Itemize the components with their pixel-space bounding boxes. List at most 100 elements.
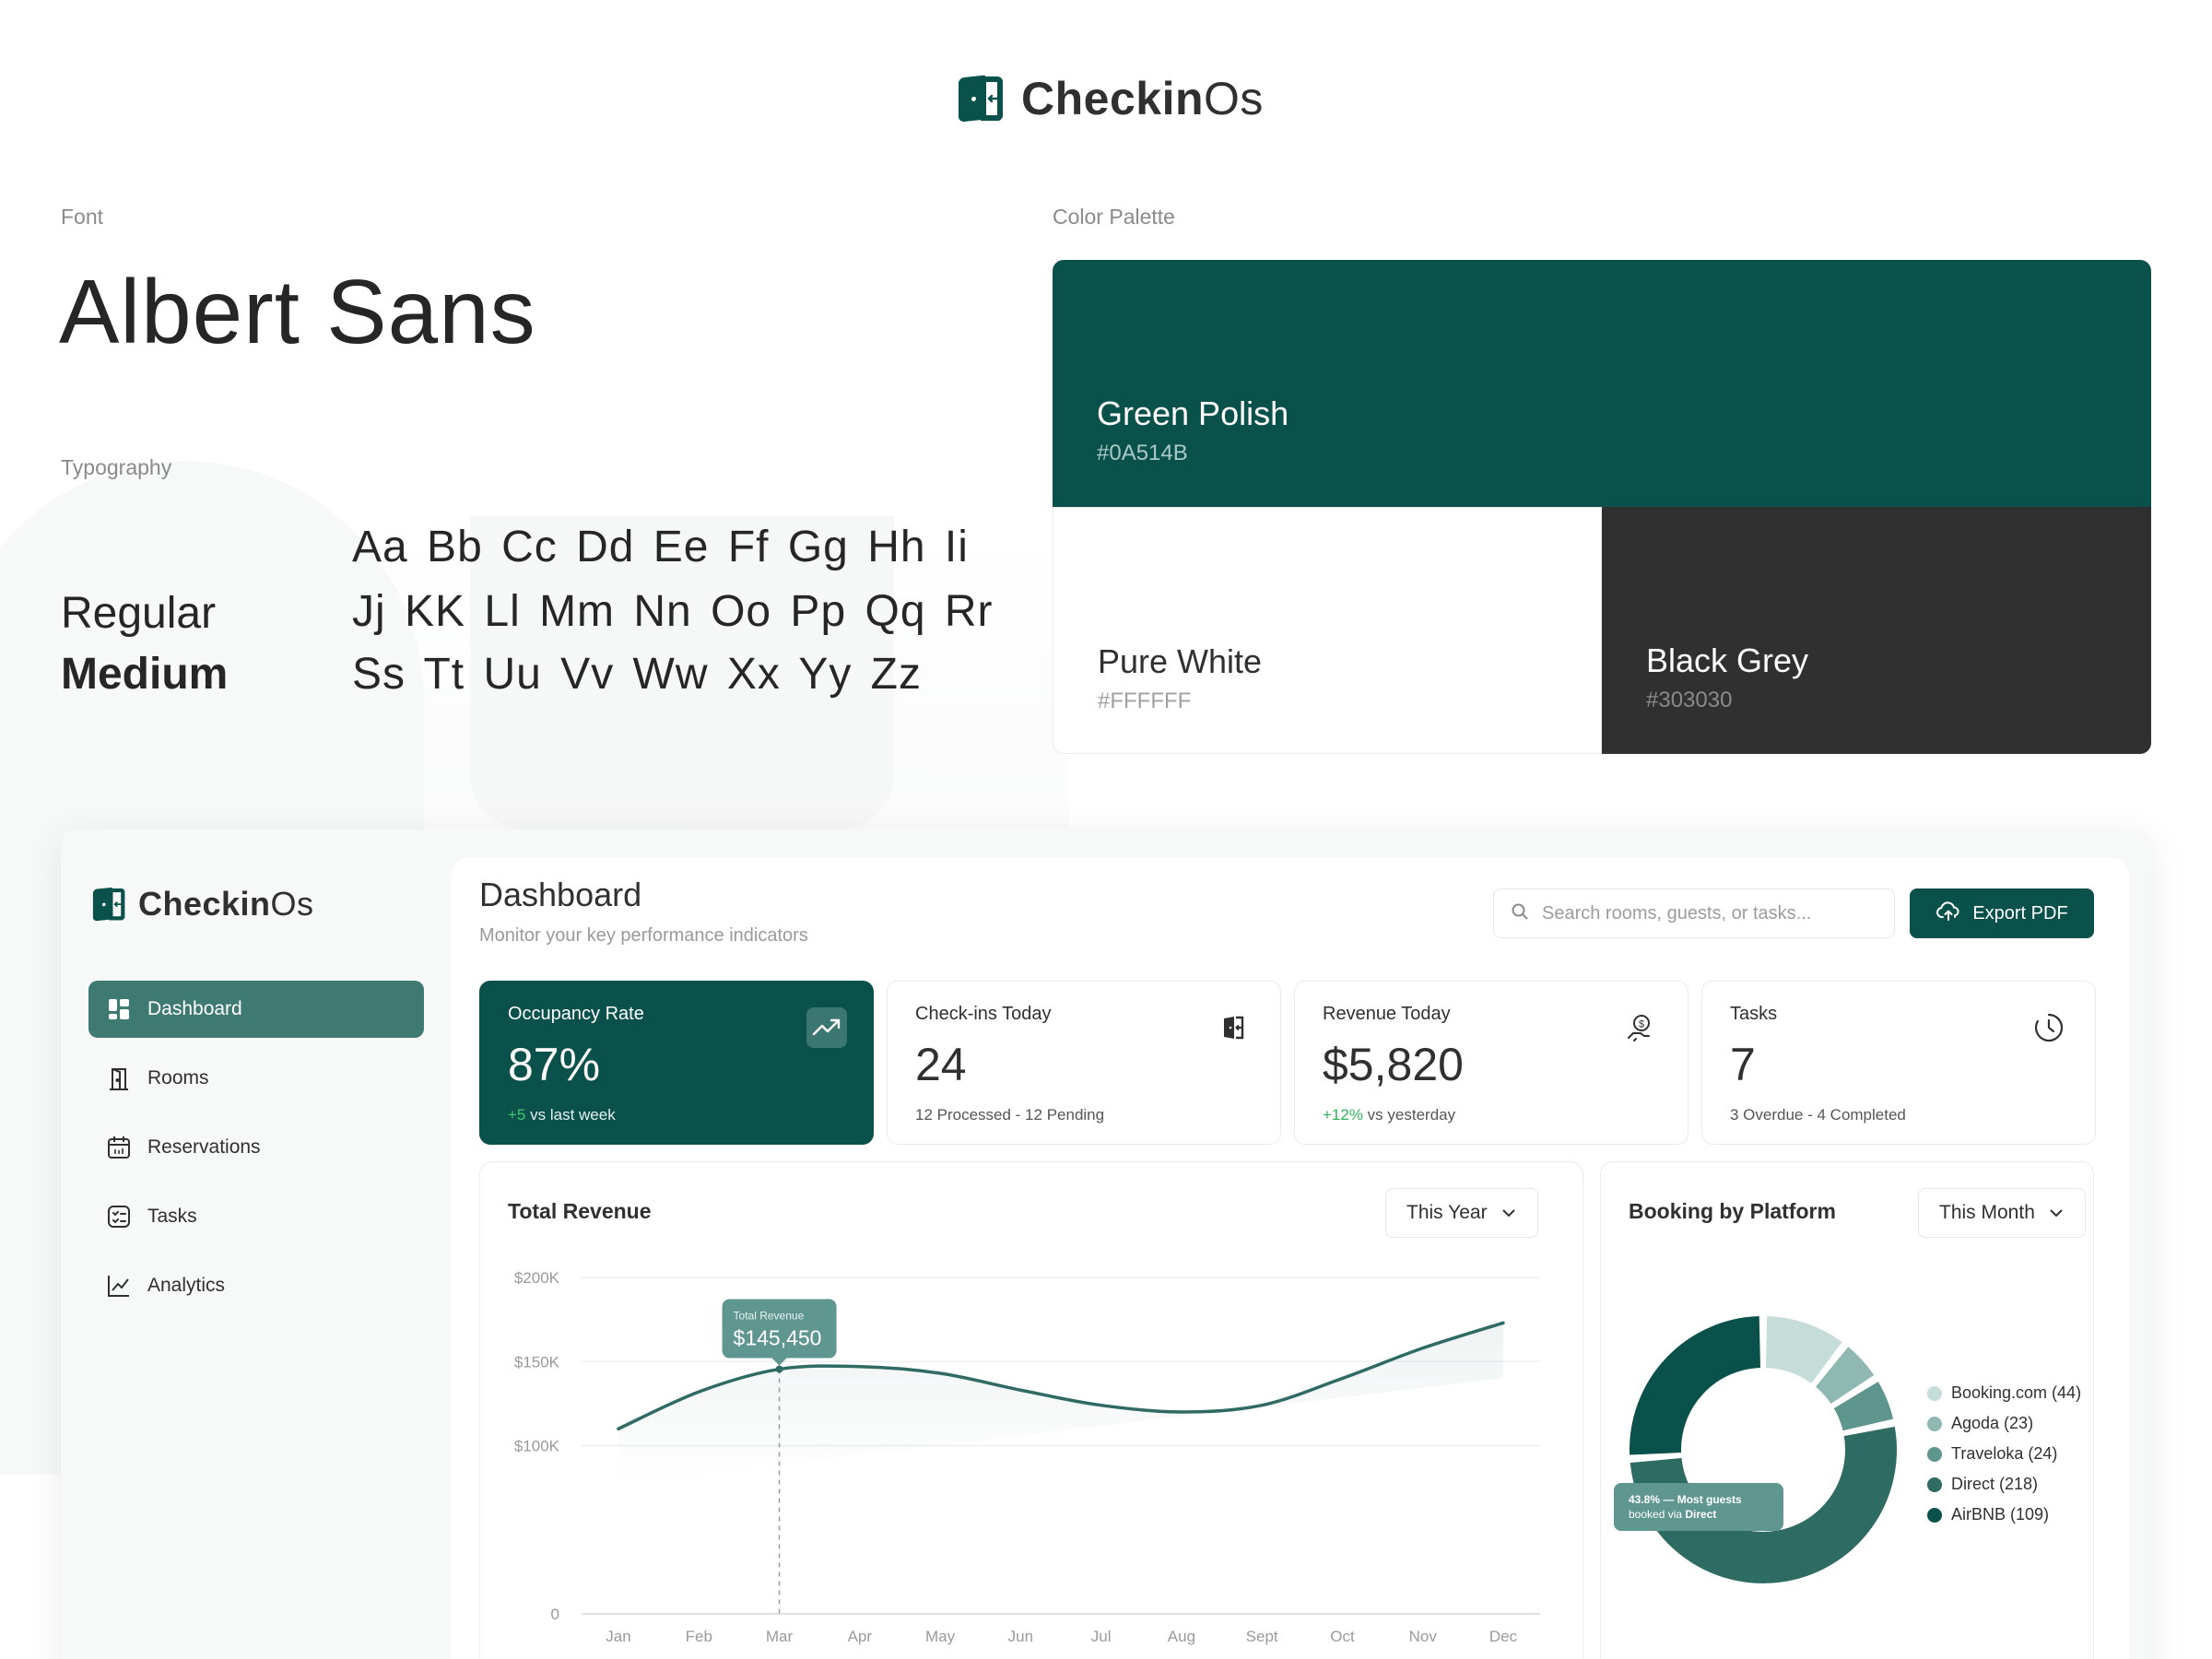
x-tick-label: Feb: [686, 1628, 712, 1645]
x-tick-label: May: [925, 1628, 956, 1645]
legend-swatch: [1927, 1446, 1942, 1462]
trend-up-icon: [806, 1007, 847, 1048]
tooltip-label: Total Revenue: [734, 1310, 805, 1323]
alphabet-line: Jj KK Ll Mm Nn Oo Pp Qq Rr: [352, 587, 994, 636]
stat-value: 87%: [508, 1039, 601, 1090]
door-icon: [105, 1065, 133, 1092]
sidebar-item-label: Analytics: [147, 1275, 226, 1296]
legend-label: AirBNB (109): [1951, 1505, 2050, 1524]
sidebar-item-label: Reservations: [147, 1136, 261, 1158]
highlight-point: [775, 1365, 783, 1373]
page-subtitle: Monitor your key performance indicators: [479, 925, 808, 946]
stat-title: Check-ins Today: [915, 1004, 1052, 1024]
dashboard-icon: [105, 995, 133, 1023]
callout-line: booked via Direct: [1629, 1508, 1716, 1521]
x-tick-label: Aug: [1168, 1628, 1195, 1645]
font-label: Font: [61, 205, 104, 229]
stat-card-tasks: Tasks 7 3 Overdue - 4 Completed: [1701, 981, 2096, 1145]
calendar-icon: [105, 1134, 133, 1161]
sidebar-item-rooms[interactable]: Rooms: [88, 1050, 424, 1107]
swatch-name: Green Polish: [1097, 394, 1289, 432]
x-tick-label: Oct: [1330, 1628, 1355, 1645]
x-tick-label: Jun: [1008, 1628, 1033, 1645]
stat-title: Tasks: [1730, 1004, 1778, 1024]
stat-card-occupancy: Occupancy Rate 87% +5 vs last week: [479, 981, 874, 1145]
clock-icon: [2029, 1007, 2069, 1048]
stat-value: 7: [1730, 1039, 1756, 1090]
stat-title: Occupancy Rate: [508, 1004, 644, 1024]
swatch-hex: #303030: [1646, 688, 1733, 712]
x-tick-label: Apr: [848, 1628, 873, 1645]
swatch-name: Pure White: [1098, 642, 1263, 680]
sidebar-item-tasks[interactable]: Tasks: [88, 1188, 424, 1245]
stat-title: Revenue Today: [1323, 1004, 1451, 1024]
stat-foot: +12% vs yesterday: [1323, 1106, 1456, 1124]
checkin-door-icon: [1214, 1007, 1254, 1048]
money-hand-icon: $: [1621, 1007, 1662, 1048]
legend-label: Booking.com (44): [1951, 1383, 2082, 1402]
dashboard-window: CheckinOs Dashboard Rooms Reservations T…: [61, 830, 2151, 1659]
main-content: Dashboard Monitor your key performance i…: [452, 857, 2129, 1659]
swatch-hex: #0A514B: [1097, 441, 1188, 465]
export-pdf-button[interactable]: Export PDF: [1910, 888, 2094, 938]
brand-name: CheckinOs: [1021, 73, 1264, 124]
tooltip-value: $145,450: [734, 1326, 822, 1350]
total-revenue-panel: Total Revenue This Year $200K $150K $100K 0…: [479, 1161, 1583, 1659]
stat-value: $5,820: [1323, 1039, 1464, 1090]
x-tick-label: Jul: [1091, 1628, 1112, 1645]
y-tick-label: $200K: [514, 1269, 560, 1287]
swatch-hex: #FFFFFF: [1098, 688, 1192, 713]
svg-text:$: $: [1639, 1019, 1644, 1030]
brand-logo: CheckinOs: [955, 72, 1264, 125]
sidebar-brand[interactable]: CheckinOs: [90, 885, 314, 924]
sidebar-item-reservations[interactable]: Reservations: [88, 1119, 424, 1176]
callout-line: 43.8% — Most guests: [1629, 1493, 1742, 1506]
legend-swatch: [1927, 1416, 1942, 1431]
x-tick-label: Sept: [1246, 1628, 1278, 1645]
search-bar[interactable]: [1493, 888, 1895, 938]
x-tick-label: Mar: [766, 1628, 794, 1645]
x-tick-label: Nov: [1409, 1628, 1438, 1645]
palette-label: Color Palette: [1053, 205, 1175, 229]
brand-name: CheckinOs: [138, 885, 314, 923]
legend-item: AirBNB (109): [1927, 1500, 2081, 1530]
search-input[interactable]: [1542, 902, 1874, 924]
revenue-line-chart: $200K $150K $100K 0 Jan Feb Mar Apr May Jun Jul Aug…: [514, 1269, 1540, 1645]
x-tick-label: Jan: [606, 1628, 630, 1645]
legend-item: Agoda (23): [1927, 1408, 2081, 1439]
sidebar-item-dashboard[interactable]: Dashboard: [88, 981, 424, 1038]
swatch-green-polish: Green Polish #0A514B: [1053, 260, 2151, 507]
sidebar-item-label: Rooms: [147, 1067, 209, 1088]
page-title: Dashboard: [479, 876, 642, 913]
stat-foot: 3 Overdue - 4 Completed: [1730, 1106, 1906, 1124]
legend-label: Direct (218): [1951, 1475, 2039, 1493]
font-name: Albert Sans: [59, 261, 536, 362]
export-label: Export PDF: [1972, 902, 2068, 924]
legend-label: Traveloka (24): [1951, 1444, 2058, 1463]
stat-value: 24: [915, 1039, 967, 1090]
legend-item: Booking.com (44): [1927, 1378, 2081, 1408]
checkin-door-icon: [90, 886, 125, 922]
legend-item: Traveloka (24): [1927, 1439, 2081, 1469]
donut-slice: [1628, 1314, 1763, 1457]
alphabet-line: Ss Tt Uu Vv Ww Xx Yy Zz: [352, 650, 922, 699]
typography-label: Typography: [61, 455, 172, 479]
y-tick-label: $100K: [514, 1438, 560, 1455]
stat-foot: +5 vs last week: [508, 1106, 616, 1124]
sidebar-nav: Dashboard Rooms Reservations Tasks Analy…: [88, 981, 424, 1326]
legend-swatch: [1927, 1507, 1942, 1523]
stat-card-checkins: Check-ins Today 24 12 Processed - 12 Pen…: [887, 981, 1281, 1145]
x-tick-label: Dec: [1489, 1628, 1518, 1645]
swatch-name: Black Grey: [1646, 641, 1809, 679]
weight-regular: Regular: [61, 589, 217, 638]
stat-card-revenue: Revenue Today $5,820 +12% vs yesterday $: [1294, 981, 1688, 1145]
line-chart-icon: [105, 1272, 133, 1300]
sidebar-item-analytics[interactable]: Analytics: [88, 1257, 424, 1314]
sidebar-item-label: Tasks: [147, 1206, 197, 1227]
alphabet-line: Aa Bb Cc Dd Ee Ff Gg Hh Ii: [352, 523, 969, 571]
stat-foot: 12 Processed - 12 Pending: [915, 1106, 1105, 1124]
checklist-icon: [105, 1203, 133, 1230]
legend-swatch: [1927, 1385, 1942, 1401]
donut-callout: [1614, 1483, 1783, 1531]
y-tick-label: $150K: [514, 1353, 560, 1371]
